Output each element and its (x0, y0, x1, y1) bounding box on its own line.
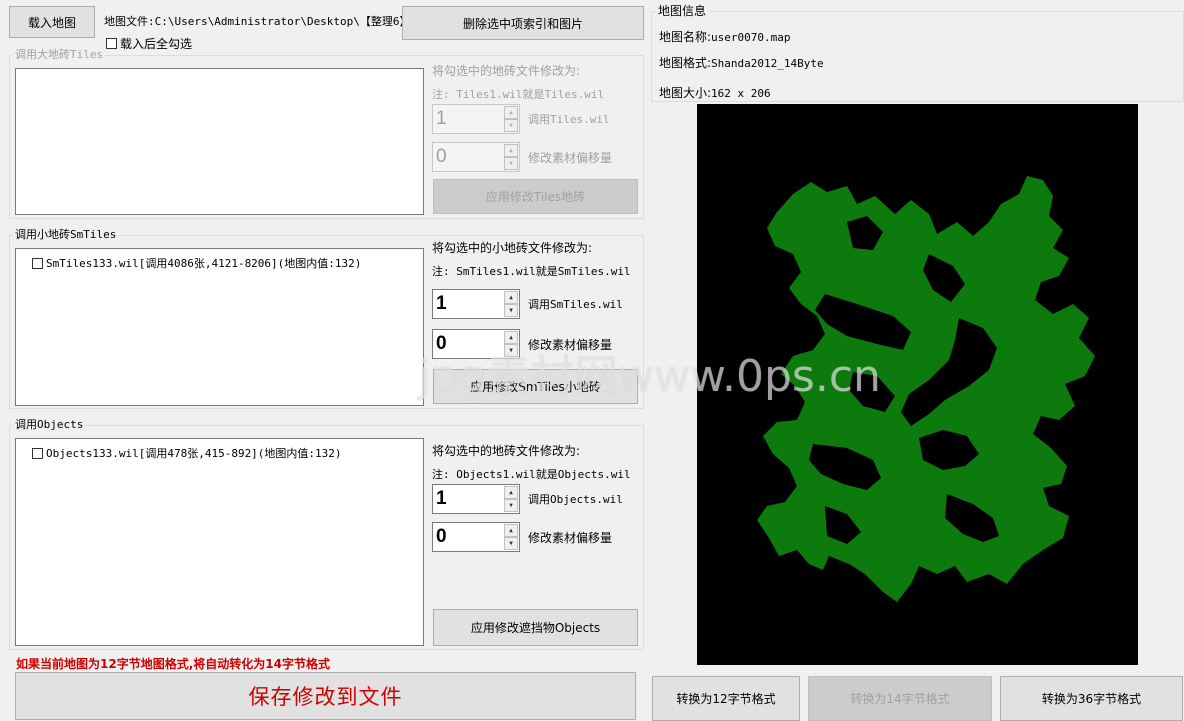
spin-down-icon[interactable]: ▼ (504, 344, 518, 357)
map-format-row: 地图格式:Shanda2012_14Byte (659, 54, 824, 71)
convert-14byte-button[interactable]: 转换为14字节格式 (808, 676, 992, 721)
objects-offset-spinner[interactable]: 0 ▲ ▼ (432, 522, 520, 552)
objects-modify-label: 将勾选中的地砖文件修改为: (432, 444, 581, 458)
smtiles-file-index-spinner[interactable]: 1 ▲ ▼ (432, 289, 520, 319)
map-file-path: 地图文件:C:\Users\Administrator\Desktop\【整理6… (104, 15, 418, 28)
objects-file-index-label: 调用Objects.wil (528, 493, 623, 506)
map-size-row: 地图大小:162 x 206 (659, 84, 771, 101)
tiles-list[interactable] (15, 68, 424, 215)
spin-down-icon[interactable]: ▼ (504, 537, 518, 550)
tiles-modify-label: 将勾选中的地砖文件修改为: (432, 64, 581, 78)
objects-group-title: 调用Objects (13, 418, 86, 432)
objects-note: 注: Objects1.wil就是Objects.wil (432, 468, 631, 481)
spin-up-icon[interactable]: ▲ (504, 144, 518, 157)
check-all-label: 载入后全勾选 (120, 37, 193, 51)
smtiles-list[interactable]: SmTiles133.wil[调用4086张,4121-8206](地图内值:1… (15, 248, 424, 406)
checkbox-box[interactable] (32, 257, 43, 269)
tiles-file-index-label: 调用Tiles.wil (528, 113, 610, 126)
apply-objects-button[interactable]: 应用修改遮挡物Objects (433, 609, 638, 646)
spinner-value: 1 (436, 108, 447, 129)
tiles-note: 注: Tiles1.wil就是Tiles.wil (432, 88, 605, 101)
map-size-label: 地图大小: (659, 86, 712, 100)
spin-down-icon[interactable]: ▼ (504, 119, 518, 132)
spin-down-icon[interactable]: ▼ (504, 499, 518, 512)
objects-file-index-spinner[interactable]: 1 ▲ ▼ (432, 484, 520, 514)
convert-36byte-button[interactable]: 转换为36字节格式 (1000, 676, 1183, 721)
tiles-group-title: 调用大地砖Tiles (13, 48, 106, 62)
format-notice: 如果当前地图为12字节地图格式,将自动转化为14字节格式 (16, 657, 330, 671)
list-item[interactable]: Objects133.wil[调用478张,415-892](地图内值:132) (32, 445, 342, 461)
check-all-after-load-checkbox[interactable]: 载入后全勾选 (106, 35, 192, 52)
spin-down-icon[interactable]: ▼ (504, 157, 518, 170)
map-format-value: Shanda2012_14Byte (711, 57, 824, 70)
save-to-file-button[interactable]: 保存修改到文件 (15, 672, 636, 720)
spin-up-icon[interactable]: ▲ (504, 106, 518, 119)
map-preview[interactable] (697, 104, 1138, 665)
objects-offset-label: 修改素材偏移量 (528, 531, 613, 545)
tiles-offset-label: 修改素材偏移量 (528, 151, 613, 165)
spin-up-icon[interactable]: ▲ (504, 331, 518, 344)
spin-up-icon[interactable]: ▲ (504, 486, 518, 499)
spinner-value: 0 (436, 526, 447, 547)
spinner-value: 1 (436, 293, 447, 314)
objects-list[interactable]: Objects133.wil[调用478张,415-892](地图内值:132) (15, 438, 424, 646)
smtiles-offset-spinner[interactable]: 0 ▲ ▼ (432, 329, 520, 359)
list-item-label: SmTiles133.wil[调用4086张,4121-8206](地图内值:1… (46, 257, 362, 270)
map-name-row: 地图名称:user0070.map (659, 28, 791, 45)
smtiles-offset-label: 修改素材偏移量 (528, 338, 613, 352)
smtiles-file-index-label: 调用SmTiles.wil (528, 298, 623, 311)
apply-smtiles-button[interactable]: 应用修改SmTiles小地砖 (433, 369, 638, 404)
map-walkable-area (757, 176, 1095, 602)
spin-up-icon[interactable]: ▲ (504, 291, 518, 304)
spin-down-icon[interactable]: ▼ (504, 304, 518, 317)
map-format-label: 地图格式: (659, 56, 712, 70)
map-size-value: 162 x 206 (711, 87, 771, 100)
spinner-value: 1 (436, 488, 447, 509)
map-name-label: 地图名称: (659, 30, 712, 44)
apply-tiles-button[interactable]: 应用修改Tiles地砖 (433, 179, 638, 214)
smtiles-modify-label: 将勾选中的小地砖文件修改为: (432, 241, 593, 255)
spinner-value: 0 (436, 333, 447, 354)
spin-up-icon[interactable]: ▲ (504, 524, 518, 537)
convert-12byte-button[interactable]: 转换为12字节格式 (652, 676, 800, 721)
map-name-value: user0070.map (711, 31, 791, 44)
load-map-button[interactable]: 载入地图 (9, 6, 95, 38)
delete-selected-button[interactable]: 删除选中项索引和图片 (402, 6, 644, 40)
list-item-label: Objects133.wil[调用478张,415-892](地图内值:132) (46, 447, 342, 460)
spinner-value: 0 (436, 146, 447, 167)
list-item[interactable]: SmTiles133.wil[调用4086张,4121-8206](地图内值:1… (32, 255, 361, 271)
checkbox-box[interactable] (106, 38, 117, 49)
map-info-title: 地图信息 (656, 4, 709, 18)
tiles-file-index-spinner[interactable]: 1 ▲ ▼ (432, 104, 520, 134)
tiles-offset-spinner[interactable]: 0 ▲ ▼ (432, 142, 520, 172)
smtiles-note: 注: SmTiles1.wil就是SmTiles.wil (432, 265, 631, 278)
smtiles-group-title: 调用小地砖SmTiles (13, 228, 119, 242)
checkbox-box[interactable] (32, 447, 43, 459)
